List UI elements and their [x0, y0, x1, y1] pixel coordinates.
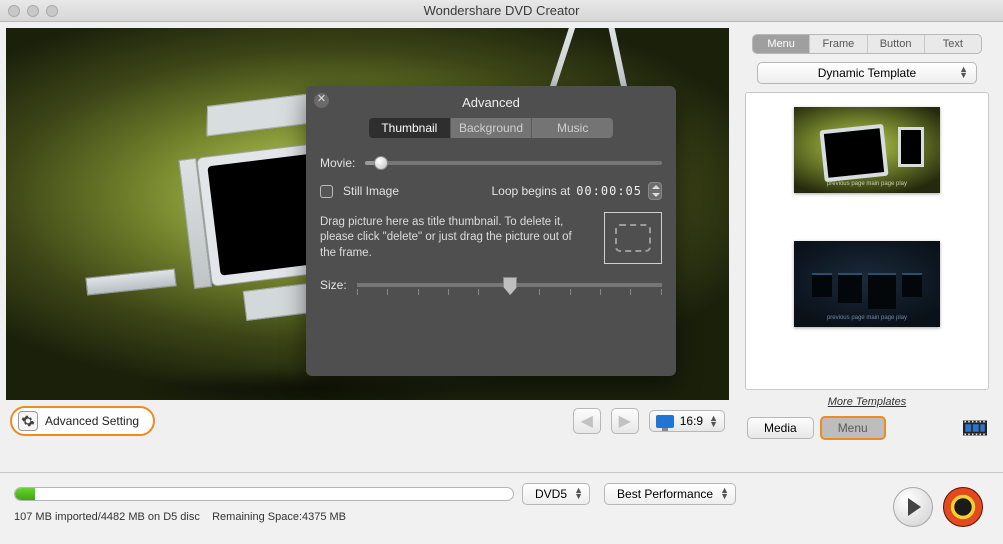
disc-usage-bar: [14, 487, 514, 501]
preview-play-button[interactable]: [893, 487, 933, 527]
sidebar-tab-text[interactable]: Text: [924, 35, 981, 53]
thumbnail-dropzone[interactable]: [604, 212, 662, 264]
aspect-ratio-value: 16:9: [680, 414, 703, 428]
filmstrip-icon[interactable]: [963, 419, 987, 437]
monitor-icon: [656, 415, 674, 428]
media-button[interactable]: Media: [747, 417, 814, 439]
template-caption: previous page main page play: [794, 315, 940, 321]
chevron-updown-icon: ▲▼: [959, 66, 968, 78]
quality-select[interactable]: Best Performance ▲▼: [604, 483, 736, 505]
disc-type-value: DVD5: [535, 487, 567, 501]
menu-preview[interactable]: play ✕ Advanced Thumbnail Background Mus…: [6, 28, 729, 400]
titlebar: Wondershare DVD Creator: [0, 0, 1003, 22]
advanced-title: Advanced: [320, 95, 662, 110]
close-icon[interactable]: ✕: [314, 93, 329, 108]
tab-thumbnail[interactable]: Thumbnail: [369, 118, 450, 138]
burn-button[interactable]: [943, 487, 983, 527]
minimize-window-icon[interactable]: [27, 5, 39, 17]
advanced-setting-button[interactable]: Advanced Setting: [10, 406, 155, 436]
still-image-checkbox[interactable]: [320, 185, 333, 198]
advanced-setting-label: Advanced Setting: [45, 414, 139, 428]
loop-time-value: 00:00:05: [576, 184, 642, 198]
zoom-window-icon[interactable]: [46, 5, 58, 17]
template-caption: previous page main page play: [794, 181, 940, 187]
advanced-panel: ✕ Advanced Thumbnail Background Music Mo…: [306, 86, 676, 376]
gear-icon: [18, 411, 38, 431]
sidebar: Menu Frame Button Text Dynamic Template …: [735, 22, 1003, 442]
drag-hint-text: Drag picture here as title thumbnail. To…: [320, 215, 590, 262]
movie-label: Movie:: [320, 156, 355, 170]
disc-type-select[interactable]: DVD5 ▲▼: [522, 483, 590, 505]
chevron-updown-icon: ▲▼: [720, 487, 729, 499]
status-imported: 107 MB imported/4482 MB on D5 disc: [14, 511, 200, 523]
bottom-bar: DVD5 ▲▼ Best Performance ▲▼ 107 MB impor…: [0, 472, 1003, 544]
template-list[interactable]: previous page main page play previous pa…: [745, 92, 989, 390]
prev-button[interactable]: ◀: [573, 408, 601, 434]
tab-music[interactable]: Music: [531, 118, 613, 138]
quality-value: Best Performance: [617, 487, 713, 501]
menu-button[interactable]: Menu: [820, 416, 886, 440]
template-category-select[interactable]: Dynamic Template ▲▼: [757, 62, 977, 84]
window-title: Wondershare DVD Creator: [0, 3, 1003, 18]
tab-background[interactable]: Background: [450, 118, 532, 138]
sidebar-tab-frame[interactable]: Frame: [809, 35, 866, 53]
loop-begin-label: Loop begins at: [491, 184, 570, 198]
preview-toolbar: Advanced Setting ◀ ▶ 16:9 ▲▼: [0, 400, 735, 442]
sidebar-tabs: Menu Frame Button Text: [752, 34, 982, 54]
window-controls: [8, 5, 58, 17]
advanced-tabs: Thumbnail Background Music: [369, 118, 613, 138]
sidebar-tab-button[interactable]: Button: [867, 35, 924, 53]
still-image-label: Still Image: [343, 184, 399, 198]
template-thumb[interactable]: previous page main page play: [794, 241, 940, 327]
close-window-icon[interactable]: [8, 5, 20, 17]
next-button[interactable]: ▶: [611, 408, 639, 434]
size-label: Size:: [320, 278, 347, 292]
size-slider[interactable]: [357, 283, 662, 287]
chevron-updown-icon: ▲▼: [574, 487, 583, 499]
movie-slider[interactable]: [365, 161, 662, 165]
loop-time-stepper[interactable]: [648, 182, 662, 200]
chevron-updown-icon: ▲▼: [709, 415, 718, 427]
template-thumb[interactable]: previous page main page play: [794, 107, 940, 193]
template-category-value: Dynamic Template: [818, 66, 916, 80]
more-templates-link[interactable]: More Templates: [741, 396, 993, 408]
aspect-ratio-select[interactable]: 16:9 ▲▼: [649, 410, 725, 432]
sidebar-tab-menu[interactable]: Menu: [753, 35, 809, 53]
status-remaining: Remaining Space:4375 MB: [212, 511, 346, 523]
